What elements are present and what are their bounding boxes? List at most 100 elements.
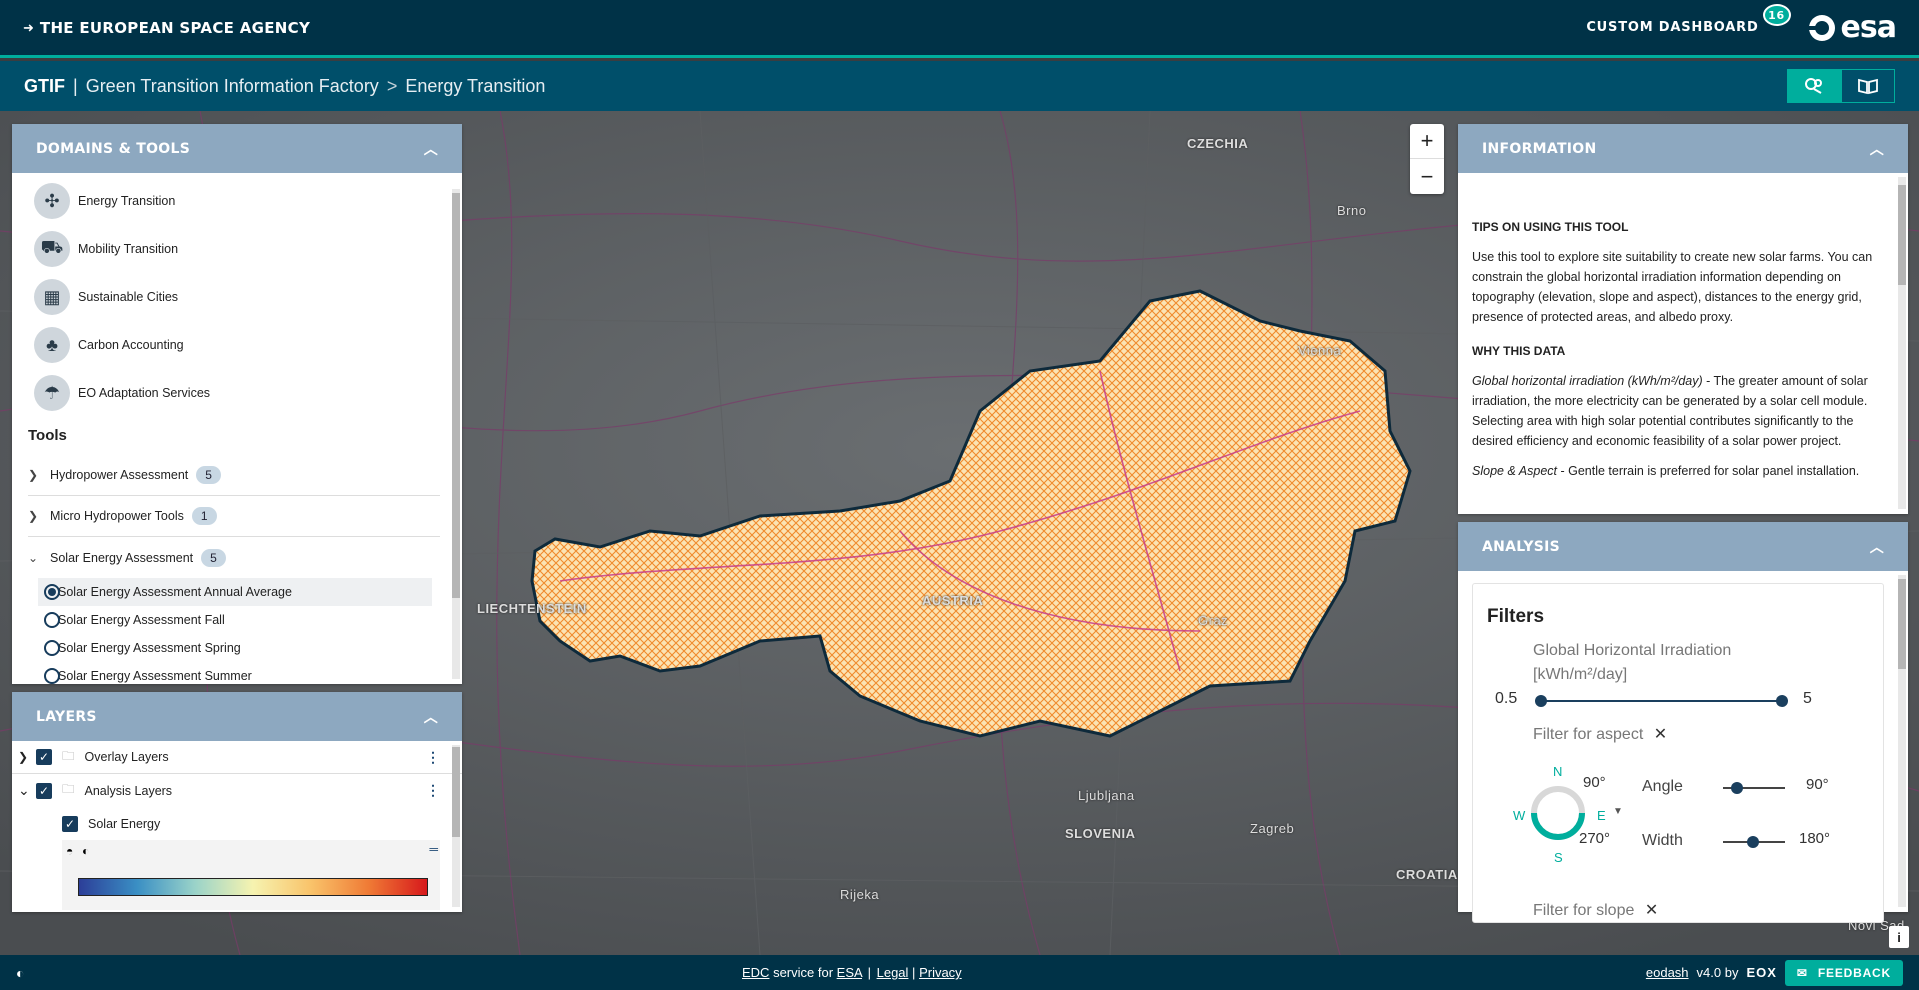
city-icon: ▦ (34, 279, 70, 315)
domain-label: Sustainable Cities (78, 290, 179, 304)
ghi-slider-max-handle[interactable] (1776, 695, 1788, 707)
domain-item-sustainable-cities[interactable]: ▦ Sustainable Cities (12, 273, 462, 321)
chevron-up-icon[interactable]: ︿ (1870, 139, 1884, 159)
compass-south: S (1554, 850, 1563, 865)
why-term: Global horizontal irradiation (kWh/m²/da… (1472, 374, 1703, 388)
angle-value: 90° (1806, 776, 1829, 793)
custom-dashboard-link[interactable]: CUSTOM DASHBOARD 16 (1586, 4, 1791, 35)
ghi-slider-track[interactable] (1541, 700, 1781, 702)
solar-option-label: Solar Energy Assessment Fall (58, 613, 225, 627)
drag-handle-icon[interactable]: ═ (429, 842, 438, 856)
footer-links: EDC service for ESA | Legal | Privacy (742, 965, 962, 980)
information-scrollbar[interactable] (1898, 177, 1906, 509)
chevron-up-icon[interactable]: ︿ (424, 139, 438, 159)
dashboard-count-badge: 16 (1762, 4, 1791, 26)
breadcrumb-root[interactable]: GTIF (24, 76, 65, 97)
analysis-title: ANALYSIS (1482, 538, 1561, 555)
slope-filter-chip[interactable]: Filter for slope ✕ (1533, 900, 1658, 920)
slope-term: Slope & Aspect (1472, 464, 1558, 478)
more-options-icon[interactable]: ⋮ (426, 749, 440, 766)
tool-item-micro-hydropower[interactable]: ❯ Micro Hydropower Tools 1 (28, 496, 440, 537)
compass-north: N (1553, 764, 1563, 779)
domains-tools-panel: DOMAINS & TOOLS ︿ ✣ Energy Transition ⛟ … (12, 124, 462, 684)
layers-header[interactable]: LAYERS ︿ (12, 692, 462, 741)
map-info-button[interactable]: i (1889, 926, 1909, 948)
esa-logo[interactable]: esa (1807, 10, 1897, 45)
adaptation-icon: ☂ (34, 375, 70, 411)
radio-icon (44, 640, 60, 656)
map-label-czechia: CZECHIA (1187, 136, 1249, 151)
why-heading: WHY THIS DATA (1472, 344, 1566, 358)
analysis-header[interactable]: ANALYSIS ︿ (1458, 522, 1908, 571)
feedback-button[interactable]: ✉ FEEDBACK (1784, 959, 1903, 986)
domains-tools-title: DOMAINS & TOOLS (36, 140, 191, 157)
privacy-link[interactable]: Privacy (919, 965, 962, 980)
chevron-down-icon[interactable]: ⌄ (18, 782, 36, 799)
eox-logo[interactable]: EOX (1746, 965, 1776, 980)
layer-label: Analysis Layers (84, 783, 173, 798)
vehicle-icon: ⛟ (34, 231, 70, 267)
why-paragraph: Global horizontal irradiation (kWh/m²/da… (1472, 371, 1878, 451)
caret-down-icon[interactable]: ▼ (1613, 806, 1623, 817)
story-mode-button[interactable] (1841, 69, 1895, 103)
esa-link[interactable]: ESA (837, 965, 862, 980)
map-label-croatia: CROATIA (1396, 867, 1458, 882)
filters-card: Filters Global Horizontal Irradiation [k… (1472, 583, 1884, 923)
folder-icon: 🗀 (62, 782, 75, 796)
analysis-scrollbar[interactable] (1898, 575, 1906, 907)
layers-scrollbar[interactable] (452, 745, 460, 907)
ghi-slider-min-handle[interactable] (1535, 695, 1547, 707)
solar-option-annual[interactable]: Solar Energy Assessment Annual Average (38, 578, 432, 606)
chevron-up-icon[interactable]: ︿ (424, 707, 438, 727)
zoom-control: + − (1410, 124, 1444, 194)
tool-item-solar-energy[interactable]: ⌄ Solar Energy Assessment 5 (28, 537, 440, 578)
close-icon[interactable]: ✕ (1654, 726, 1667, 743)
more-options-icon[interactable]: ⋮ (426, 782, 440, 799)
width-slider-handle[interactable] (1747, 836, 1759, 848)
solar-option-spring[interactable]: Solar Energy Assessment Spring (38, 634, 432, 662)
edc-link[interactable]: EDC (742, 965, 769, 980)
solar-option-label: Solar Energy Assessment Summer (58, 669, 252, 683)
theme-toggle-icon[interactable]: ◐ (16, 965, 24, 981)
explore-mode-button[interactable] (1787, 69, 1841, 103)
domain-item-carbon-accounting[interactable]: ♣ Carbon Accounting (12, 321, 462, 369)
map-label-ljubljana: Ljubljana (1078, 788, 1135, 803)
layer-item-solar-energy[interactable]: ✓ Solar Energy (12, 807, 462, 840)
map-label-austria: AUSTRIA (922, 593, 984, 608)
tool-label: Solar Energy Assessment (50, 550, 194, 565)
contrast-icon[interactable]: ◐ (82, 844, 89, 858)
domain-item-mobility-transition[interactable]: ⛟ Mobility Transition (12, 225, 462, 273)
checkbox-checked-icon[interactable]: ✓ (62, 815, 78, 832)
domain-item-energy-transition[interactable]: ✣ Energy Transition (12, 177, 462, 225)
chevron-up-icon[interactable]: ︿ (1870, 537, 1884, 557)
checkbox-checked-icon[interactable]: ✓ (36, 782, 52, 799)
breadcrumb-section[interactable]: Green Transition Information Factory (86, 76, 379, 97)
solar-option-summer[interactable]: Solar Energy Assessment Summer (38, 662, 432, 684)
aspect-filter-chip[interactable]: Filter for aspect ✕ (1533, 724, 1667, 744)
slope-filter-label: Filter for slope (1533, 902, 1635, 919)
radio-icon (44, 668, 60, 684)
zoom-in-button[interactable]: + (1410, 124, 1444, 159)
checkbox-checked-icon[interactable]: ✓ (36, 749, 52, 765)
layer-group-overlay[interactable]: ❯ ✓ 🗀 Overlay Layers ⋮ (12, 741, 462, 774)
slope-paragraph: Slope & Aspect - Gentle terrain is prefe… (1472, 461, 1878, 481)
agency-title[interactable]: THE EUROPEAN SPACE AGENCY (40, 19, 310, 37)
angle-slider-handle[interactable] (1731, 782, 1743, 794)
solar-option-fall[interactable]: Solar Energy Assessment Fall (38, 606, 432, 634)
legal-link[interactable]: Legal (877, 965, 909, 980)
domains-tools-header[interactable]: DOMAINS & TOOLS ︿ (12, 124, 462, 173)
map-label-zagreb: Zagreb (1250, 821, 1295, 836)
tool-item-hydropower[interactable]: ❯ Hydropower Assessment 5 (28, 455, 440, 496)
zoom-out-button[interactable]: − (1410, 159, 1444, 194)
domains-scrollbar[interactable] (452, 189, 460, 679)
close-icon[interactable]: ✕ (1645, 902, 1658, 919)
eodash-link[interactable]: eodash (1646, 965, 1689, 980)
explore-icon (1805, 78, 1822, 94)
information-header[interactable]: INFORMATION ︿ (1458, 124, 1908, 173)
layer-group-analysis[interactable]: ⌄ ✓ 🗀 Analysis Layers ⋮ (12, 774, 462, 807)
domain-item-eo-adaptation[interactable]: ☂ EO Adaptation Services (12, 369, 462, 417)
ghi-min-value: 0.5 (1495, 690, 1518, 707)
chevron-right-icon: ❯ (28, 468, 39, 482)
opacity-icon[interactable]: ◓ (66, 844, 73, 858)
chevron-right-icon[interactable]: ❯ (18, 750, 36, 764)
